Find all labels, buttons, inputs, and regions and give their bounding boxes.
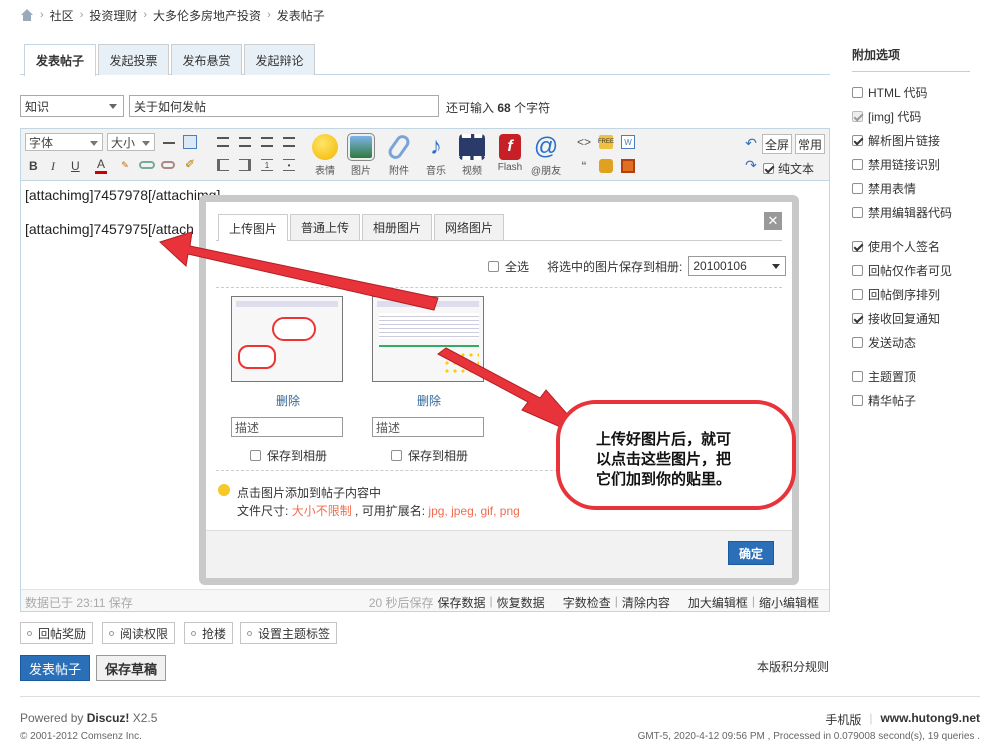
read-permission-button[interactable]: 阅读权限	[102, 622, 176, 644]
dot-icon	[27, 630, 32, 636]
discuz-link[interactable]: Discuz!	[87, 711, 130, 725]
sidebar-option[interactable]: 使用个人签名	[852, 234, 970, 258]
option-group: 使用个人签名 回帖仅作者可见 回帖倒序排列 接收回复通知 发送动态	[852, 234, 970, 354]
callout-text: 上传好图片后，就可 以点击这些图片，把 它们加到你的贴里。	[596, 430, 731, 490]
option-label: 回帖倒序排列	[868, 287, 941, 302]
credit-rules-link[interactable]: 本版积分规则	[757, 658, 829, 675]
mobile-link[interactable]: 手机版	[825, 711, 861, 728]
option-checkbox[interactable]	[852, 110, 863, 122]
powered-label: Powered by	[20, 711, 84, 725]
save-draft-button[interactable]: 保存草稿	[96, 655, 166, 681]
option-checkbox[interactable]	[852, 370, 863, 382]
sidebar-title: 附加选项	[852, 46, 970, 72]
reply-reward-button[interactable]: 回帖奖励	[20, 622, 94, 644]
option-group: 主题置顶 精华帖子	[852, 364, 970, 412]
option-label: 禁用编辑器代码	[868, 205, 953, 220]
set-tags-button[interactable]: 设置主题标签	[240, 622, 338, 644]
option-label: HTML 代码	[868, 85, 928, 100]
option-checkbox[interactable]	[852, 264, 863, 276]
option-label: 主题置顶	[868, 369, 917, 384]
option-label: 禁用链接识别	[868, 157, 941, 172]
option-checkbox[interactable]	[852, 240, 863, 252]
option-checkbox[interactable]	[852, 288, 863, 300]
option-label: 禁用表情	[868, 181, 917, 196]
callout-line: 上传好图片后，就可	[596, 431, 732, 448]
read-permission-label: 阅读权限	[120, 626, 169, 641]
callout-line: 它们加到你的贴里。	[596, 471, 732, 488]
powered-by: Powered by Discuz! X2.5	[20, 711, 157, 725]
sidebar-option[interactable]: 精华帖子	[852, 388, 970, 412]
floor-grab-label: 抢楼	[202, 626, 227, 641]
option-checkbox[interactable]	[852, 134, 863, 146]
option-checkbox[interactable]	[852, 86, 863, 98]
option-checkbox[interactable]	[852, 394, 863, 406]
floor-grab-button[interactable]: 抢楼	[184, 622, 234, 644]
submit-post-button[interactable]: 发表帖子	[20, 655, 90, 681]
footer-divider	[20, 696, 980, 697]
options-sidebar: 附加选项 HTML 代码 [img] 代码解析图片链接 禁用链接识别 禁用表情禁用编辑…	[852, 46, 970, 412]
sidebar-option[interactable]: 禁用链接识别	[852, 152, 970, 176]
callout-line: 以点击这些图片，把	[596, 451, 732, 468]
option-checkbox[interactable]	[852, 312, 863, 324]
option-checkbox[interactable]	[852, 182, 863, 194]
option-label: 使用个人签名	[868, 239, 941, 254]
sidebar-option[interactable]: 回帖仅作者可见	[852, 258, 970, 282]
sidebar-option[interactable]: [img] 代码	[852, 104, 970, 128]
option-group: HTML 代码 [img] 代码解析图片链接 禁用链接识别 禁用表情禁用编辑器代码	[852, 80, 970, 224]
footer-links: 手机版 | www.hutong9.net	[825, 711, 980, 728]
option-label: [img] 代码	[868, 109, 922, 124]
option-label: 发送动态	[868, 335, 917, 350]
sidebar-option[interactable]: 禁用表情	[852, 176, 970, 200]
option-label: 精华帖子	[868, 393, 917, 408]
sidebar-option[interactable]: 回帖倒序排列	[852, 282, 970, 306]
option-label: 接收回复通知	[868, 311, 941, 326]
option-checkbox[interactable]	[852, 206, 863, 218]
site-link[interactable]: www.hutong9.net	[880, 711, 980, 728]
reply-reward-label: 回帖奖励	[38, 626, 87, 641]
option-label: 回帖仅作者可见	[868, 263, 953, 278]
version-label: X2.5	[132, 711, 158, 725]
dot-icon	[247, 630, 252, 636]
sidebar-option[interactable]: 禁用编辑器代码	[852, 200, 970, 224]
sidebar-option[interactable]: HTML 代码	[852, 80, 970, 104]
sidebar-option[interactable]: 接收回复通知	[852, 306, 970, 330]
sidebar-option[interactable]: 解析图片链接	[852, 128, 970, 152]
option-checkbox[interactable]	[852, 158, 863, 170]
copyright: © 2001-2012 Comsenz Inc.	[20, 731, 142, 742]
arrow-left-icon	[159, 231, 439, 311]
dot-icon	[109, 630, 114, 636]
callout-bubble: 上传好图片后，就可 以点击这些图片，把 它们加到你的贴里。	[556, 400, 796, 510]
sidebar-option[interactable]: 主题置顶	[852, 364, 970, 388]
sidebar-option[interactable]: 发送动态	[852, 330, 970, 354]
set-tags-label: 设置主题标签	[258, 626, 331, 641]
dot-icon	[191, 630, 196, 636]
footer-stats: GMT-5, 2020-4-12 09:56 PM , Processed in…	[637, 731, 980, 742]
option-label: 解析图片链接	[868, 133, 941, 148]
option-checkbox[interactable]	[852, 336, 863, 348]
